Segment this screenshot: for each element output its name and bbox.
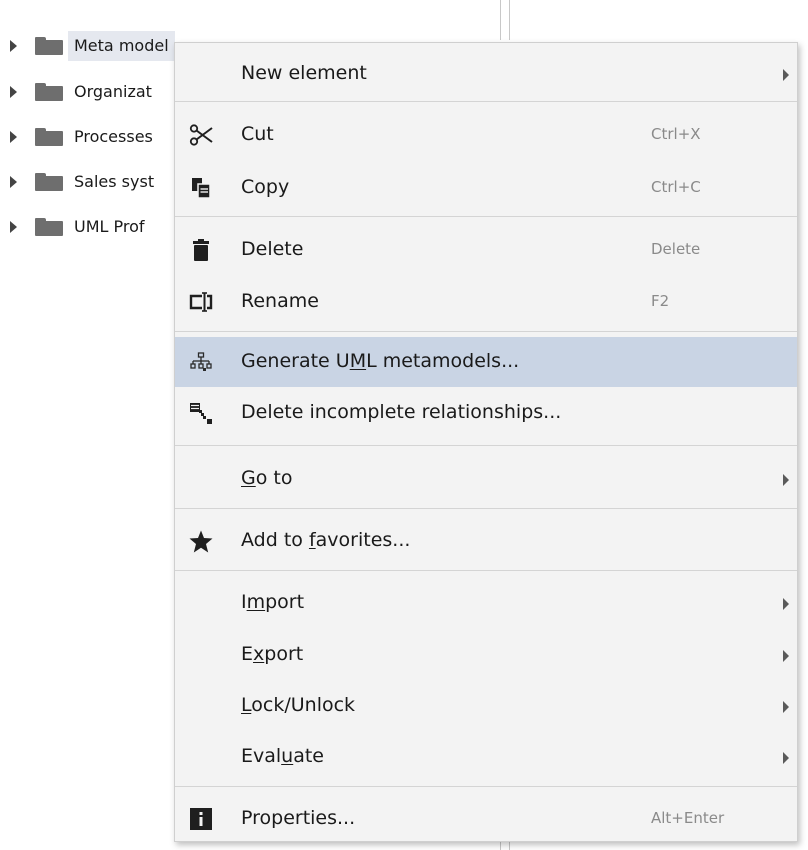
panel-splitter[interactable] bbox=[500, 0, 510, 40]
menu-separator bbox=[175, 445, 797, 446]
tree-item-label: Organizat bbox=[74, 82, 152, 101]
hierarchy-icon bbox=[189, 350, 213, 374]
menu-item-shortcut: Ctrl+C bbox=[651, 178, 701, 196]
menu-item-import[interactable]: Import bbox=[175, 578, 797, 628]
menu-separator bbox=[175, 216, 797, 217]
submenu-arrow-icon bbox=[783, 752, 789, 764]
menu-item-properties[interactable]: Properties... Alt+Enter bbox=[175, 794, 797, 844]
menu-item-generate-uml-metamodels[interactable]: Generate UML metamodels... bbox=[175, 337, 797, 387]
tree-item-label: Meta model bbox=[68, 31, 175, 61]
menu-item-export[interactable]: Export bbox=[175, 630, 797, 680]
expand-arrow-icon[interactable] bbox=[10, 176, 17, 188]
menu-item-label: Export bbox=[241, 643, 304, 665]
menu-item-label: Generate UML metamodels... bbox=[241, 350, 520, 372]
menu-item-label: Rename bbox=[241, 290, 319, 312]
menu-item-shortcut: F2 bbox=[651, 292, 670, 310]
tree-item-label: Processes bbox=[74, 127, 153, 146]
expand-arrow-icon[interactable] bbox=[10, 221, 17, 233]
menu-item-evaluate[interactable]: Evaluate bbox=[175, 732, 797, 782]
menu-item-label: Delete bbox=[241, 238, 304, 260]
rename-icon bbox=[189, 290, 213, 314]
scissors-icon bbox=[189, 123, 213, 147]
menu-item-shortcut: Ctrl+X bbox=[651, 125, 701, 143]
menu-item-label: Properties... bbox=[241, 807, 356, 829]
menu-item-add-to-favorites[interactable]: Add to favorites... bbox=[175, 516, 797, 566]
menu-item-copy[interactable]: Copy Ctrl+C bbox=[175, 163, 797, 213]
menu-separator bbox=[175, 101, 797, 102]
context-menu: New element Cut Ctrl+X Copy Ctrl+C Delet… bbox=[174, 42, 798, 842]
menu-item-go-to[interactable]: Go to bbox=[175, 454, 797, 504]
tree-item-label: UML Prof bbox=[74, 217, 145, 236]
menu-item-shortcut: Delete bbox=[651, 240, 701, 258]
menu-item-delete[interactable]: Delete Delete bbox=[175, 225, 797, 275]
menu-item-label: Lock/Unlock bbox=[241, 694, 356, 716]
menu-item-lock-unlock[interactable]: Lock/Unlock bbox=[175, 681, 797, 731]
submenu-arrow-icon bbox=[783, 474, 789, 486]
tree-item-label: Sales syst bbox=[74, 172, 155, 191]
expand-arrow-icon[interactable] bbox=[10, 131, 17, 143]
folder-icon bbox=[35, 83, 63, 101]
menu-item-rename[interactable]: Rename F2 bbox=[175, 277, 797, 327]
folder-icon bbox=[35, 128, 63, 146]
expand-arrow-icon[interactable] bbox=[10, 40, 17, 52]
star-icon bbox=[189, 529, 213, 553]
trash-icon bbox=[189, 238, 213, 262]
menu-item-delete-incomplete-relationships[interactable]: Delete incomplete relationships... bbox=[175, 388, 797, 438]
submenu-arrow-icon bbox=[783, 598, 789, 610]
menu-separator bbox=[175, 331, 797, 332]
folder-icon bbox=[35, 37, 63, 55]
submenu-arrow-icon bbox=[783, 701, 789, 713]
copy-icon bbox=[189, 176, 213, 200]
menu-item-label: Import bbox=[241, 591, 305, 613]
folder-icon bbox=[35, 218, 63, 236]
menu-item-label: Add to favorites... bbox=[241, 529, 411, 551]
menu-item-label: Copy bbox=[241, 176, 290, 198]
menu-item-cut[interactable]: Cut Ctrl+X bbox=[175, 110, 797, 160]
submenu-arrow-icon bbox=[783, 650, 789, 662]
menu-item-label: Delete incomplete relationships... bbox=[241, 401, 562, 423]
menu-separator bbox=[175, 570, 797, 571]
expand-arrow-icon[interactable] bbox=[10, 86, 17, 98]
menu-item-shortcut: Alt+Enter bbox=[651, 809, 725, 827]
menu-item-label: Evaluate bbox=[241, 745, 325, 767]
menu-item-label: New element bbox=[241, 62, 367, 84]
submenu-arrow-icon bbox=[783, 69, 789, 81]
menu-separator bbox=[175, 786, 797, 787]
menu-separator bbox=[175, 508, 797, 509]
info-icon bbox=[189, 807, 213, 831]
menu-item-new-element[interactable]: New element bbox=[175, 49, 797, 99]
folder-icon bbox=[35, 173, 63, 191]
menu-item-label: Cut bbox=[241, 123, 274, 145]
delete-relationships-icon bbox=[189, 401, 213, 425]
menu-item-label: Go to bbox=[241, 467, 293, 489]
